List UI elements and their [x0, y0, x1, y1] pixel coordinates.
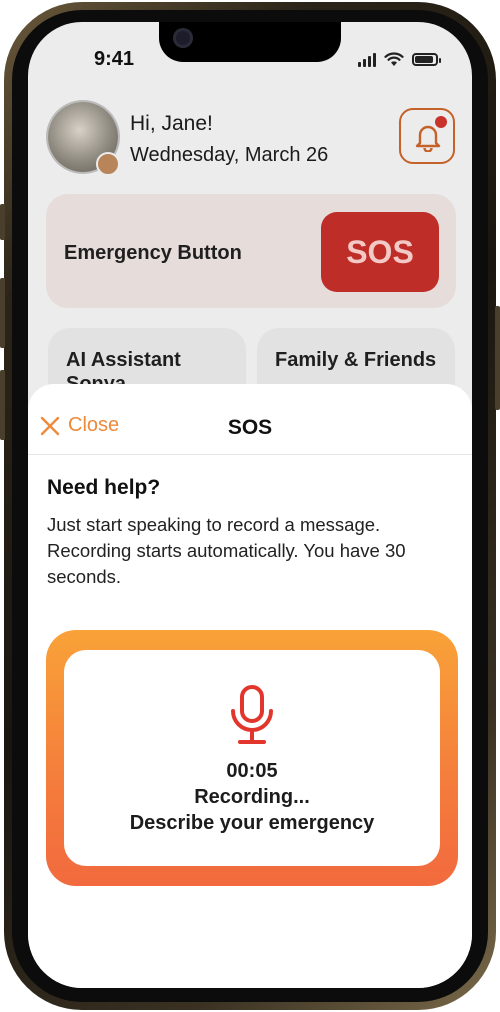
help-text: Just start speaking to record a message.… [47, 514, 406, 587]
front-camera [173, 28, 193, 48]
help-title: Need help? [47, 476, 161, 499]
power-button [495, 306, 500, 410]
volume-down-button [0, 370, 5, 440]
volume-up-button [0, 278, 5, 348]
recording-card[interactable]: 00:05 Recording... Describe your emergen… [64, 650, 440, 866]
close-label: Close [68, 414, 120, 436]
recording-timer: 00:05 [226, 760, 278, 782]
sheet-divider [28, 454, 472, 455]
screen: 9:41 Hi, Jane! Wednesday, March 26 Emerg… [28, 22, 472, 988]
recording-panel: 00:05 Recording... Describe your emergen… [46, 630, 458, 886]
microphone-icon [231, 685, 273, 744]
close-icon [40, 416, 60, 435]
close-button[interactable]: Close [40, 414, 119, 437]
notch [159, 22, 341, 62]
mute-switch [0, 204, 5, 240]
recording-status: Recording... [194, 786, 310, 808]
recording-prompt: Describe your emergency [129, 812, 375, 834]
sos-sheet: SOS Close Need help? Just start speaking… [28, 384, 472, 988]
